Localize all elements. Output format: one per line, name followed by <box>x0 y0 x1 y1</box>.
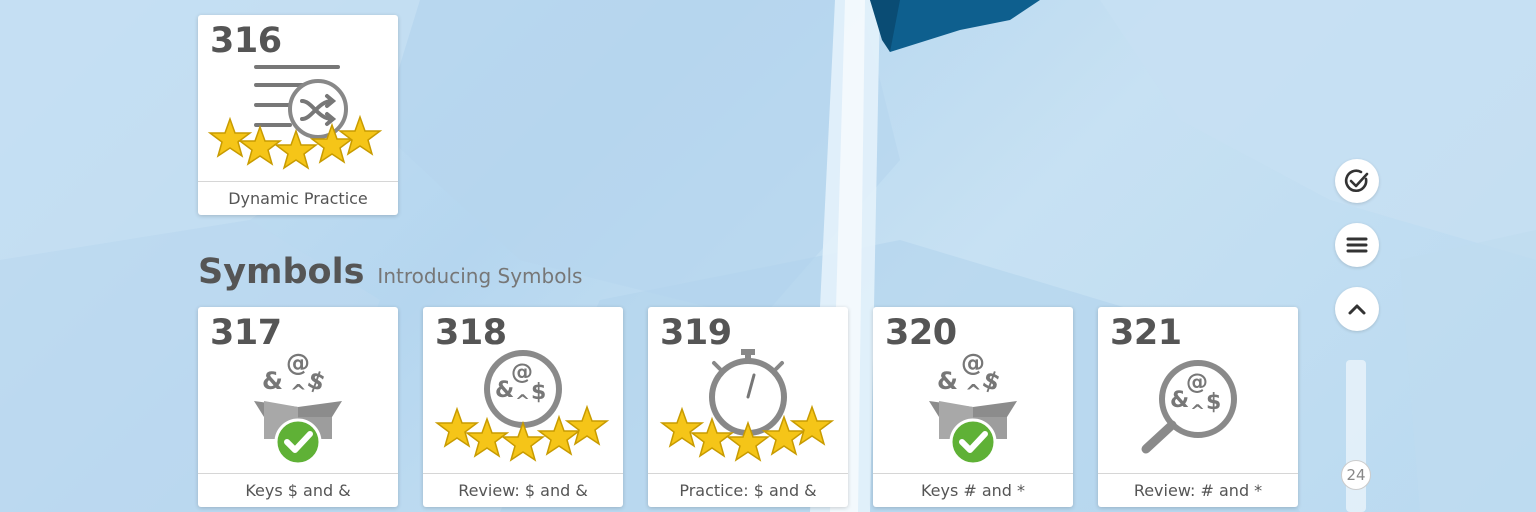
dynamic-practice-shuffle-icon <box>207 65 383 170</box>
symbols-box-icon: @ & $ ^ <box>254 349 342 466</box>
lesson-label: Review: $ and & <box>423 473 623 507</box>
lesson-label: Dynamic Practice <box>198 181 398 215</box>
lesson-card-317[interactable]: 317 @ & $ ^ Keys $ and & <box>198 307 398 507</box>
svg-text:@: @ <box>286 349 310 377</box>
scroll-position-indicator[interactable]: 24 <box>1341 460 1371 490</box>
chevron-up-icon <box>1348 304 1366 315</box>
svg-text:@: @ <box>1186 370 1208 395</box>
section-subtitle: Introducing Symbols <box>377 264 583 288</box>
menu-icon <box>1346 237 1368 253</box>
check-progress-button[interactable] <box>1335 159 1379 203</box>
scroll-up-button[interactable] <box>1335 287 1379 331</box>
svg-text:^: ^ <box>1190 401 1205 422</box>
section-title: Symbols <box>198 252 365 292</box>
symbols-magnifier-icon: @ & $ ^ <box>434 350 610 462</box>
lesson-card-316[interactable]: 316 Dynamic Practice <box>198 15 398 215</box>
svg-text:^: ^ <box>515 391 530 412</box>
svg-text:@: @ <box>511 360 533 385</box>
check-circle-icon <box>1344 169 1369 193</box>
stopwatch-icon <box>659 349 835 462</box>
svg-text:&: & <box>495 378 514 403</box>
menu-button[interactable] <box>1335 223 1379 267</box>
svg-text:$: $ <box>531 380 546 405</box>
symbols-box-icon: @ & $ ^ <box>929 349 1017 466</box>
svg-text:$: $ <box>1206 390 1221 415</box>
lesson-card-318[interactable]: 318 @ & $ ^ Review: $ and & <box>423 307 623 507</box>
lesson-label: Review: # and * <box>1098 473 1298 507</box>
symbols-magnifier-icon: @ & $ ^ <box>1141 360 1237 454</box>
svg-text:&: & <box>937 367 958 395</box>
lesson-card-321[interactable]: 321 @ & $ ^ Review: # and * <box>1098 307 1298 507</box>
svg-text:&: & <box>262 367 283 395</box>
lesson-label: Keys # and * <box>873 473 1073 507</box>
lesson-label: Keys $ and & <box>198 473 398 507</box>
svg-text:&: & <box>1170 388 1189 413</box>
lesson-card-320[interactable]: 320 @ & $ ^ Keys # and * <box>873 307 1073 507</box>
section-header: Symbols Introducing Symbols <box>198 252 582 292</box>
lesson-label: Practice: $ and & <box>648 473 848 507</box>
svg-text:@: @ <box>961 349 985 377</box>
svg-text:^: ^ <box>290 380 307 404</box>
svg-text:^: ^ <box>965 380 982 404</box>
lesson-card-319[interactable]: 319 Practice: $ and & <box>648 307 848 507</box>
